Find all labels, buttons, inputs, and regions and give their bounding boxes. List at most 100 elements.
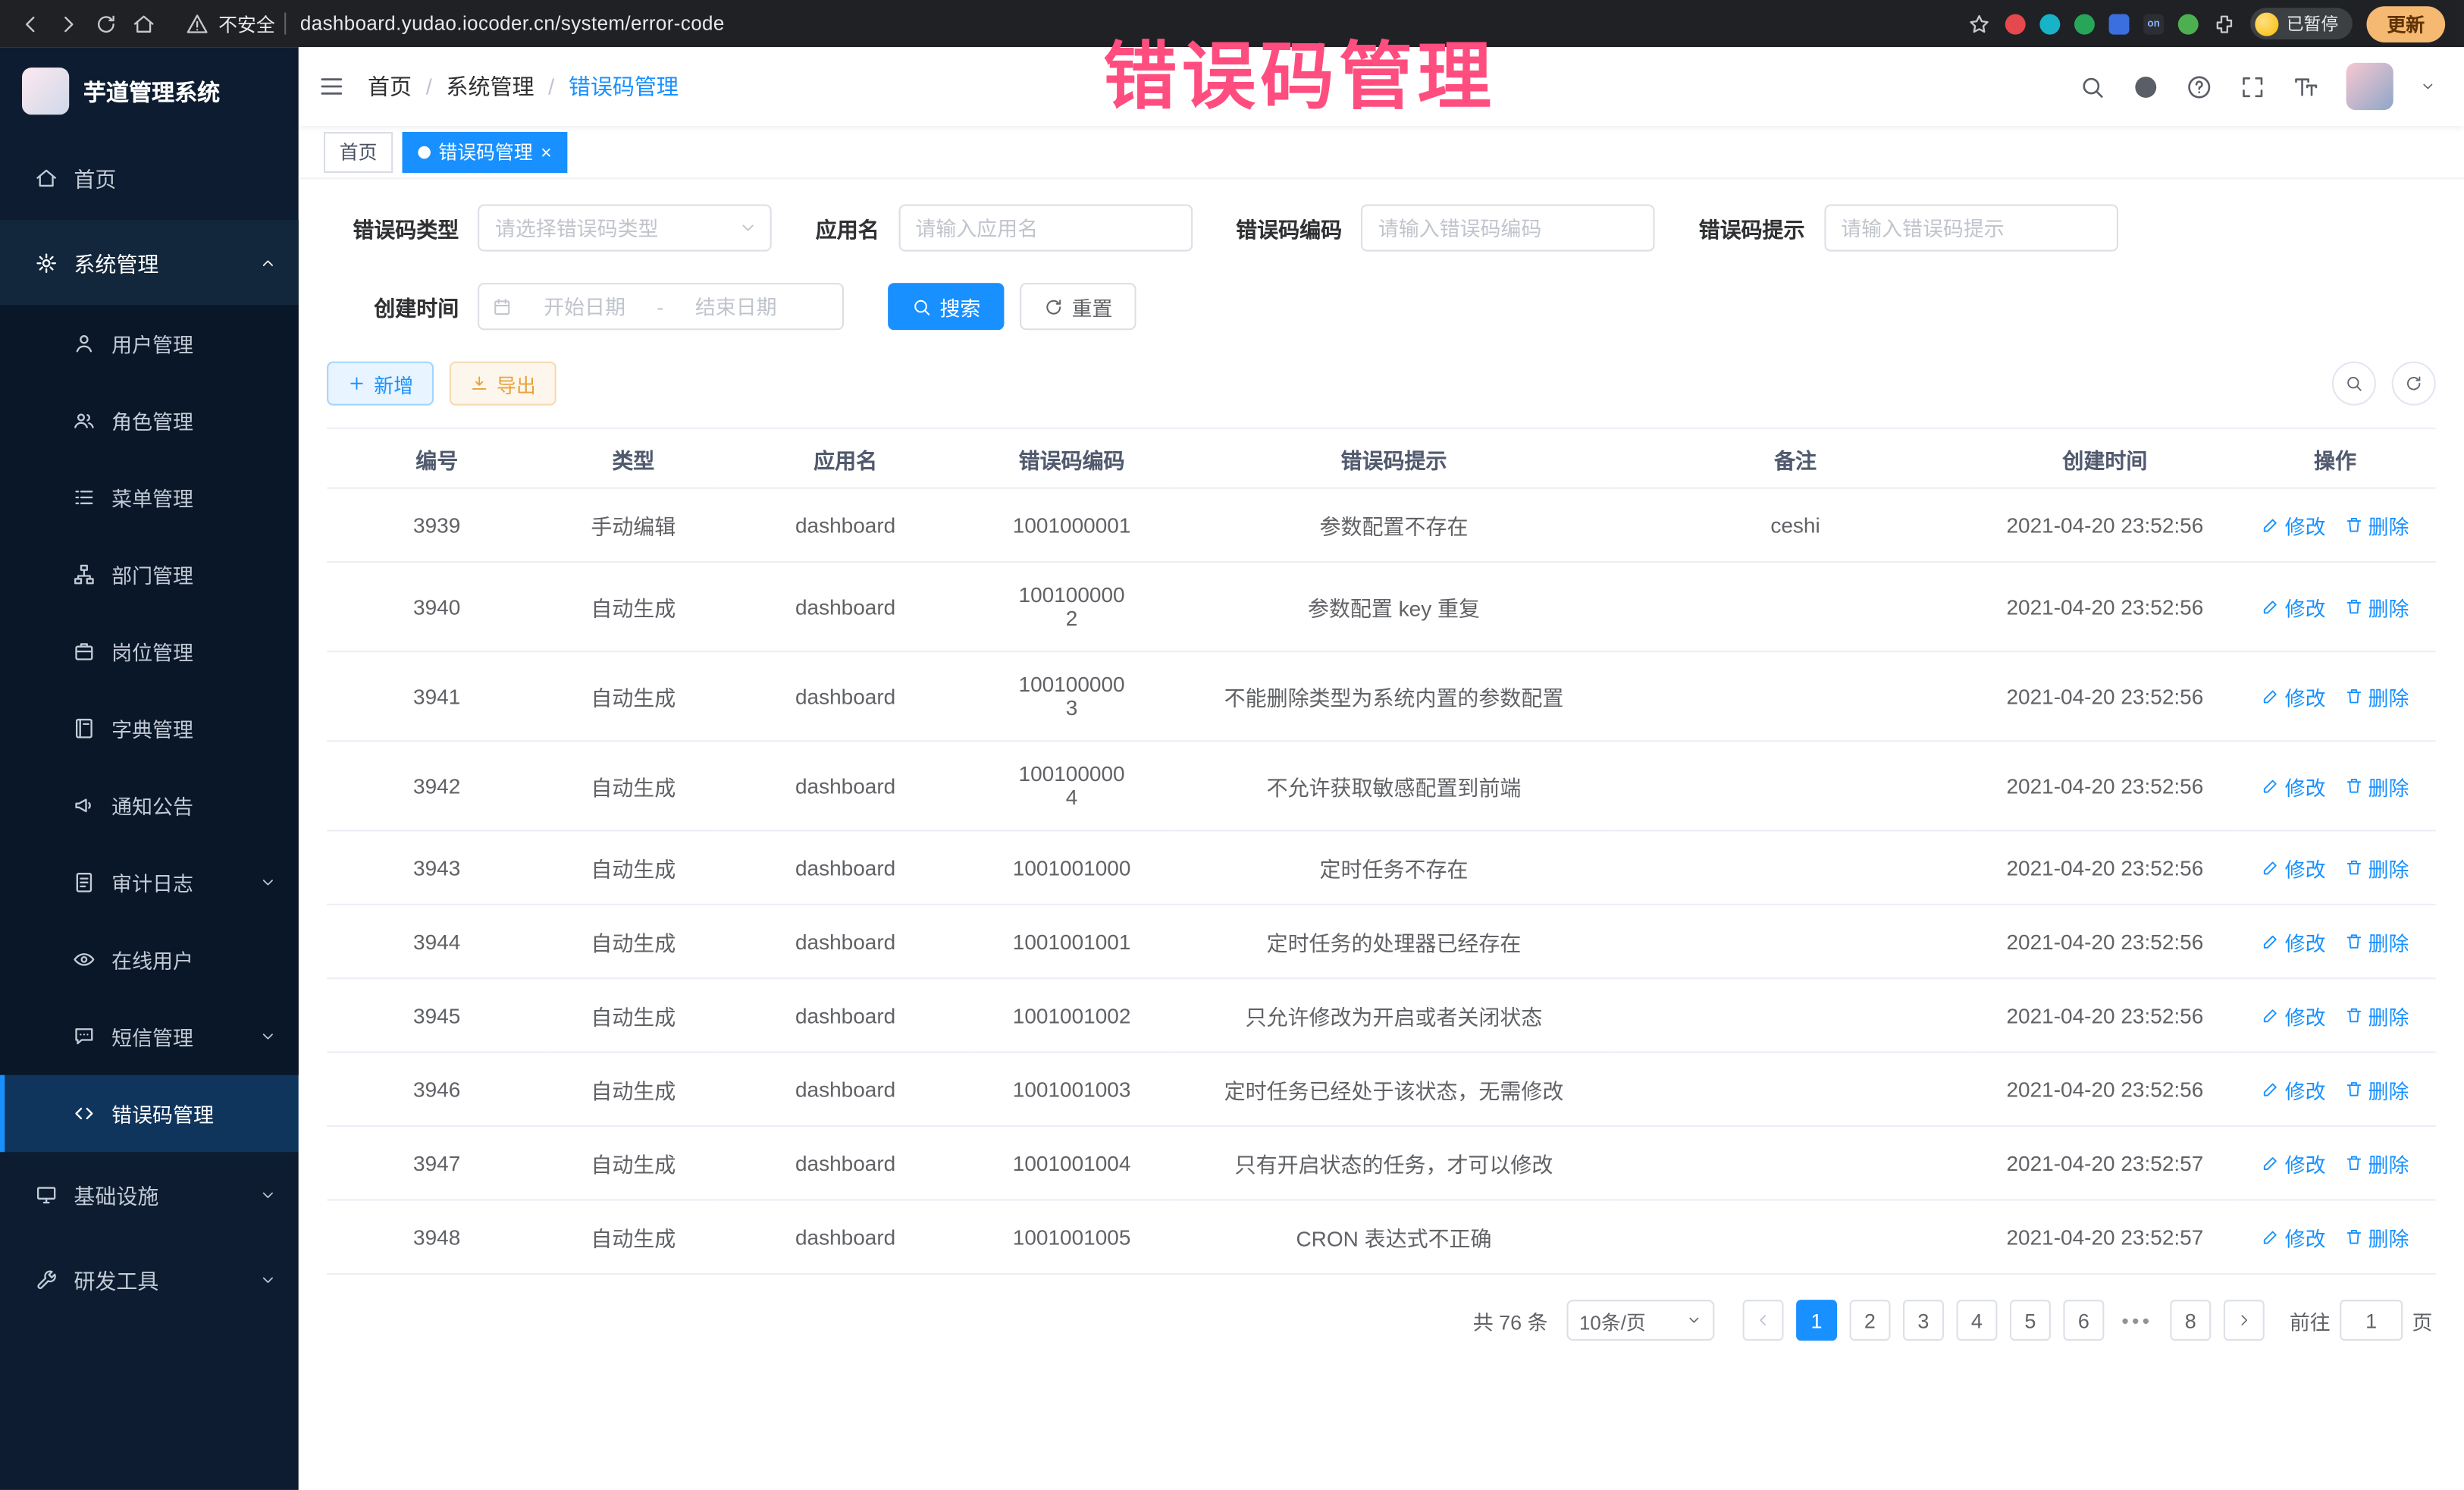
more-pages-icon[interactable]: ••• — [2117, 1300, 2158, 1341]
error-code-input[interactable] — [1361, 204, 1655, 251]
goto-page-input[interactable] — [2340, 1300, 2403, 1341]
edit-link[interactable]: 修改 — [2262, 1000, 2326, 1030]
chrome-update-button[interactable]: 更新 — [2366, 5, 2445, 42]
edit-link[interactable]: 修改 — [2262, 591, 2326, 621]
bookmark-star-icon[interactable] — [1967, 12, 1991, 36]
browser-toolbar-right: on 已暂停 更新 — [1967, 5, 2445, 42]
sidebar-item-sms[interactable]: 短信管理 — [0, 998, 299, 1075]
edit-link[interactable]: 修改 — [2262, 927, 2326, 956]
sidebar-item-label: 角色管理 — [111, 406, 193, 435]
site-security[interactable]: 不安全 — [186, 10, 287, 36]
page-button-4[interactable]: 4 — [1956, 1300, 1997, 1341]
search-button[interactable]: 搜索 — [888, 283, 1004, 330]
delete-link[interactable]: 删除 — [2344, 682, 2409, 711]
extension-icon[interactable] — [2074, 14, 2095, 34]
security-label: 不安全 — [218, 10, 275, 36]
page-button-3[interactable]: 3 — [1903, 1300, 1944, 1341]
delete-link[interactable]: 删除 — [2344, 591, 2409, 621]
sidebar-item-dictionary[interactable]: 字典管理 — [0, 690, 299, 767]
delete-link[interactable]: 删除 — [2344, 927, 2409, 956]
edit-link[interactable]: 修改 — [2262, 771, 2326, 801]
edit-link[interactable]: 修改 — [2262, 1222, 2326, 1252]
breadcrumb-home[interactable]: 首页 — [368, 71, 412, 102]
sidebar-item-audit-log[interactable]: 审计日志 — [0, 844, 299, 921]
page-button-5[interactable]: 5 — [2010, 1300, 2051, 1341]
edit-link[interactable]: 修改 — [2262, 1148, 2326, 1178]
close-icon[interactable]: × — [541, 143, 552, 162]
tab-error-code[interactable]: 错误码管理 × — [403, 131, 568, 172]
sidebar-item-notices[interactable]: 通知公告 — [0, 767, 299, 844]
edit-label: 修改 — [2285, 852, 2326, 882]
collapse-sidebar-icon[interactable] — [318, 72, 346, 100]
page-button-1[interactable]: 1 — [1796, 1300, 1837, 1341]
forward-icon[interactable] — [57, 12, 80, 36]
url-text[interactable]: dashboard.yudao.iocoder.cn/system/error-… — [300, 13, 725, 35]
page-button-2[interactable]: 2 — [1850, 1300, 1891, 1341]
delete-link[interactable]: 删除 — [2344, 1148, 2409, 1178]
chrome-home-icon[interactable] — [132, 12, 155, 36]
sidebar-item-error-code[interactable]: 错误码管理 — [0, 1075, 299, 1153]
font-size-icon[interactable] — [2293, 73, 2319, 99]
edit-link[interactable]: 修改 — [2262, 852, 2326, 882]
page-button-8[interactable]: 8 — [2170, 1300, 2211, 1341]
search-icon[interactable] — [2079, 73, 2105, 99]
chevron-down-icon[interactable] — [2420, 79, 2436, 95]
delete-link[interactable]: 删除 — [2344, 852, 2409, 882]
error-type-input[interactable] — [495, 216, 738, 240]
sidebar-item-devtools[interactable]: 研发工具 — [0, 1237, 299, 1322]
user-avatar[interactable] — [2346, 63, 2393, 110]
fullscreen-icon[interactable] — [2240, 73, 2266, 99]
reset-button[interactable]: 重置 — [1020, 283, 1136, 330]
reload-icon[interactable] — [94, 12, 118, 36]
error-hint-input[interactable] — [1823, 204, 2118, 251]
delete-link[interactable]: 删除 — [2344, 510, 2409, 540]
breadcrumb-system[interactable]: 系统管理 — [446, 71, 534, 102]
prev-page-button[interactable] — [1743, 1300, 1784, 1341]
sidebar-item-label: 研发工具 — [74, 1263, 158, 1294]
app-name-input[interactable] — [898, 204, 1193, 251]
github-icon[interactable] — [2133, 73, 2159, 99]
add-button[interactable]: 新增 — [327, 362, 434, 406]
tab-home[interactable]: 首页 — [324, 131, 393, 172]
export-button[interactable]: 导出 — [450, 362, 556, 406]
sidebar-item-posts[interactable]: 岗位管理 — [0, 613, 299, 690]
sidebar-item-system[interactable]: 系统管理 — [0, 220, 299, 305]
delete-link[interactable]: 删除 — [2344, 771, 2409, 801]
end-date-input[interactable] — [673, 295, 799, 318]
edit-link[interactable]: 修改 — [2262, 1074, 2326, 1104]
delete-link[interactable]: 删除 — [2344, 1000, 2409, 1030]
toggle-search-button[interactable] — [2332, 362, 2376, 406]
cell-id: 3947 — [327, 1126, 547, 1200]
sidebar-item-home[interactable]: 首页 — [0, 135, 299, 220]
sidebar-item-menus[interactable]: 菜单管理 — [0, 459, 299, 536]
refresh-table-button[interactable] — [2392, 362, 2436, 406]
extension-icon[interactable] — [2178, 14, 2199, 34]
page-size-select[interactable]: 10条/页 — [1566, 1300, 1714, 1341]
page-button-6[interactable]: 6 — [2063, 1300, 2104, 1341]
extensions-puzzle-icon[interactable] — [2212, 12, 2236, 36]
help-icon[interactable] — [2186, 73, 2212, 99]
edit-label: 修改 — [2285, 591, 2326, 621]
delete-link[interactable]: 删除 — [2344, 1222, 2409, 1252]
date-range-picker[interactable]: - — [478, 283, 844, 330]
extension-icon[interactable]: on — [2143, 14, 2164, 34]
edit-link[interactable]: 修改 — [2262, 682, 2326, 711]
col-header-time: 创建时间 — [1975, 428, 2234, 488]
back-icon[interactable] — [19, 12, 42, 36]
profile-paused-chip[interactable]: 已暂停 — [2250, 8, 2353, 39]
table-row: 3940 自动生成 dashboard 100100000 2 参数配置 key… — [327, 562, 2436, 651]
edit-link[interactable]: 修改 — [2262, 510, 2326, 540]
extension-icon[interactable] — [2039, 14, 2060, 34]
start-date-input[interactable] — [522, 295, 647, 318]
error-type-select[interactable] — [478, 204, 772, 251]
extension-icon[interactable] — [2109, 14, 2130, 34]
sidebar-item-infrastructure[interactable]: 基础设施 — [0, 1152, 299, 1237]
delete-link[interactable]: 删除 — [2344, 1074, 2409, 1104]
extension-icon[interactable] — [2005, 14, 2026, 34]
table-toolbar: 新增 导出 — [327, 362, 2436, 406]
sidebar-item-online-users[interactable]: 在线用户 — [0, 921, 299, 999]
sidebar-item-departments[interactable]: 部门管理 — [0, 536, 299, 613]
sidebar-item-roles[interactable]: 角色管理 — [0, 382, 299, 460]
next-page-button[interactable] — [2224, 1300, 2265, 1341]
sidebar-item-users[interactable]: 用户管理 — [0, 305, 299, 382]
